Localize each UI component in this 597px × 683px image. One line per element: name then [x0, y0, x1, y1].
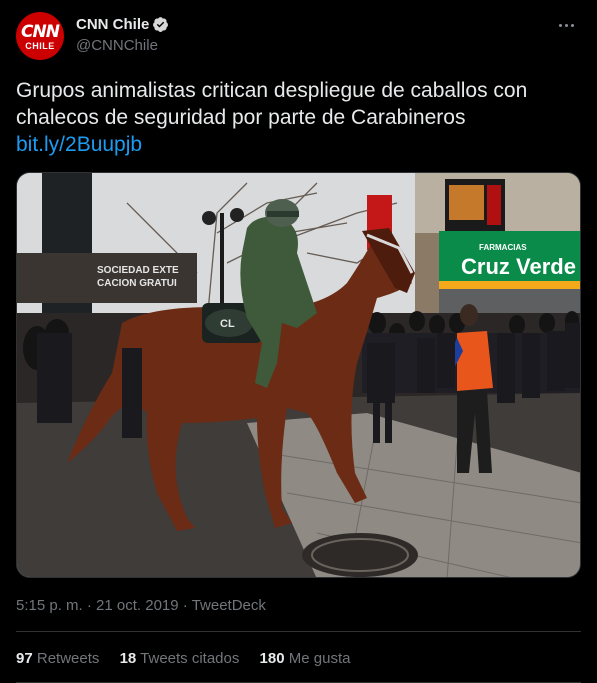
retweets-count: 97 [16, 650, 33, 667]
quotes-count: 18 [119, 650, 137, 667]
tweet-source[interactable]: TweetDeck [192, 597, 266, 614]
photo-scene: FARMACIAS Cruz Verde SOCIEDAD EXTE CACIO… [17, 173, 580, 577]
likes-stat[interactable]: 180 Me gusta [260, 650, 351, 667]
tweet-body: Grupos animalistas critican despliegue d… [16, 79, 528, 129]
likes-count: 180 [259, 650, 285, 667]
tweet-date[interactable]: 21 oct. 2019 [96, 597, 179, 614]
author-block: CNN Chile @CNNChile [76, 16, 169, 54]
left-sign-line-1: SOCIEDAD EXTE [97, 265, 179, 276]
meta-separator: · [82, 597, 97, 614]
tweet-text: Grupos animalistas critican despliegue d… [16, 77, 581, 158]
avatar-logo-text: CNN [21, 22, 60, 42]
quotes-label: Tweets citados [140, 650, 240, 667]
retweets-stat[interactable]: 97 Retweets [16, 650, 99, 667]
storefront-sign-main: Cruz Verde [461, 254, 576, 279]
tweet-stats: 97 Retweets 18 Tweets citados 180 Me gus… [16, 650, 366, 667]
more-options-icon[interactable] [557, 14, 581, 34]
divider [16, 631, 581, 632]
verified-badge-icon [153, 17, 169, 33]
avatar-logo-subtext: CHILE [25, 41, 55, 51]
handle[interactable]: @CNNChile [76, 37, 169, 54]
tweet-time[interactable]: 5:15 p. m. [16, 597, 83, 614]
tweet-link[interactable]: bit.ly/2Buupjb [16, 131, 581, 158]
meta-separator-2: · [178, 597, 192, 614]
tweet-metadata: 5:15 p. m. · 21 oct. 2019 · TweetDeck [16, 597, 266, 614]
left-sign-line-2: CACION GRATUI [97, 278, 177, 289]
avatar[interactable]: CNN CHILE [16, 12, 64, 60]
storefront-sign-top: FARMACIAS [479, 243, 527, 252]
saddle-text: CL [220, 318, 235, 330]
display-name[interactable]: CNN Chile [76, 16, 149, 33]
quotes-stat[interactable]: 18 Tweets citados [120, 650, 240, 667]
tweet-photo[interactable]: FARMACIAS Cruz Verde SOCIEDAD EXTE CACIO… [16, 172, 581, 578]
likes-label: Me gusta [288, 650, 351, 667]
retweets-label: Retweets [36, 650, 100, 667]
tweet-header: CNN CHILE CNN Chile @CNNChile [16, 12, 581, 62]
